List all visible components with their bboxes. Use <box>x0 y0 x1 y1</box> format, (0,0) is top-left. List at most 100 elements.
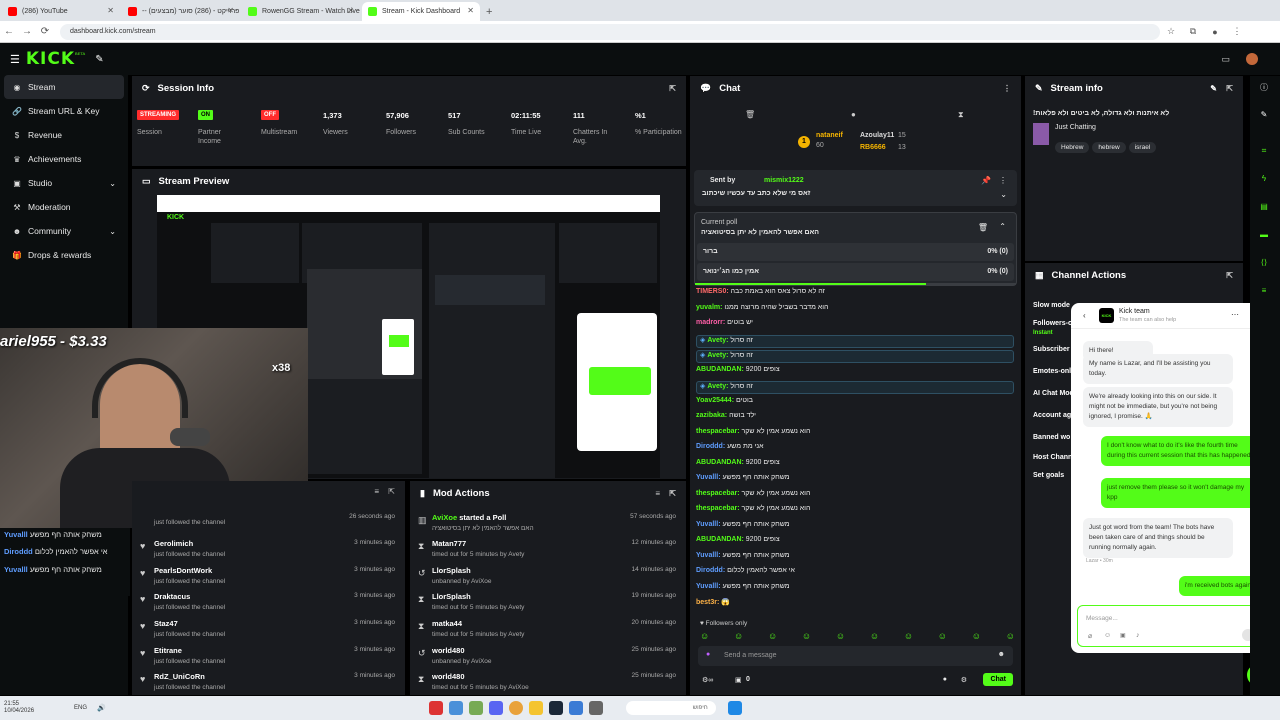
browser-tab[interactable]: -- (מבצעים) פרוייקט - (286) סוער ✕ <box>122 2 240 21</box>
poll-option[interactable]: אמין כמו הג׳ינואר 0% (0) <box>697 263 1014 281</box>
emote-icon[interactable]: ☺ <box>700 631 709 643</box>
list-icon[interactable]: ≡ <box>1257 286 1271 300</box>
microphone-icon[interactable]: ● <box>706 651 710 658</box>
filter-icon[interactable]: ≡ <box>655 489 660 498</box>
chevron-up-icon[interactable]: ⌃ <box>999 222 1006 231</box>
forward-icon[interactable]: → <box>18 26 36 37</box>
chat-username[interactable]: madrorr <box>696 319 723 326</box>
popout-icon[interactable]: ⇱ <box>1226 271 1233 280</box>
gif-icon[interactable]: ▣ <box>1120 632 1126 639</box>
channel-action-ai-chat-mod[interactable]: AI Chat Mod <box>1033 390 1074 397</box>
poll-option[interactable]: ברור 0% (0) <box>697 243 1014 261</box>
folder-icon[interactable] <box>528 701 543 715</box>
chat-username[interactable]: thespacebar <box>696 428 737 435</box>
sidebar-item-stream-url[interactable]: 🔗 Stream URL & Key <box>0 99 128 123</box>
chevron-down-icon[interactable]: ⌄ <box>1000 190 1007 199</box>
emote-icon[interactable]: ☺ <box>1006 631 1015 643</box>
lang-indicator[interactable]: ENG <box>74 705 87 711</box>
star-icon[interactable]: ☆ <box>1160 26 1182 37</box>
more-icon[interactable]: ⋯ <box>1231 310 1239 319</box>
emote-icon[interactable]: ☺ <box>734 631 743 643</box>
steam-icon[interactable] <box>548 701 563 715</box>
emote-icon[interactable]: ☺ <box>802 631 811 643</box>
chat-username[interactable]: thespacebar <box>696 490 737 497</box>
channel-action-set-goals[interactable]: Set goals <box>1033 472 1064 479</box>
chat-bubble-icon[interactable]: ● <box>943 676 947 683</box>
gift-icon[interactable]: ▣ <box>735 676 742 684</box>
chat-username[interactable]: Avety <box>707 337 726 344</box>
emote-icon[interactable]: ☺ <box>938 631 947 643</box>
emote-icon[interactable]: ☺ <box>768 631 777 643</box>
trash-icon[interactable]: 🗑 <box>745 110 755 119</box>
pencil-icon[interactable]: ✎ <box>1257 110 1271 124</box>
chat-username[interactable]: Avety <box>707 352 726 359</box>
chat-username[interactable]: Diroddd <box>696 443 723 450</box>
pin-icon[interactable]: 📌 <box>981 176 991 185</box>
chat-username[interactable]: Yoav25444 <box>696 397 732 404</box>
message-icon[interactable]: ● <box>851 110 856 119</box>
chat-username[interactable]: Yuvalll <box>696 521 718 528</box>
code-icon[interactable]: ⟨⟩ <box>1257 258 1271 272</box>
sidebar-item-achievements[interactable]: ♛ Achievements <box>0 147 128 171</box>
points-icon[interactable]: ⚙∞ <box>702 676 713 684</box>
menu-icon[interactable]: ⋮ <box>1226 26 1248 37</box>
chat-username[interactable]: ABUDANDAN <box>696 536 742 543</box>
close-icon[interactable]: ✕ <box>467 6 474 15</box>
close-icon[interactable]: ✕ <box>107 6 114 15</box>
chat-input[interactable]: ● Send a message ☻ <box>698 646 1013 666</box>
kick-logo[interactable]: KICK <box>26 49 75 69</box>
hourglass-icon[interactable]: ⧗ <box>958 110 964 120</box>
tag[interactable]: hebrew <box>1092 142 1126 153</box>
chat-send-button[interactable]: Chat <box>983 673 1013 686</box>
extensions-icon[interactable]: ⧉ <box>1182 26 1204 37</box>
user-avatar[interactable] <box>1246 53 1258 65</box>
channel-action-slow-mode[interactable]: Slow mode <box>1033 302 1070 309</box>
pin-icon[interactable]: ✎ <box>95 54 103 65</box>
chat-username[interactable]: Avety <box>707 383 726 390</box>
tag[interactable]: israel <box>1128 142 1157 153</box>
profile-icon[interactable]: ● <box>1204 27 1226 37</box>
volume-icon[interactable]: 🔊 <box>97 704 106 712</box>
message-icon[interactable]: ▬ <box>1257 230 1271 244</box>
tag[interactable]: Hebrew <box>1055 142 1090 153</box>
windows-start-icon[interactable] <box>727 701 742 715</box>
category[interactable]: Just Chatting <box>1055 124 1096 131</box>
attach-icon[interactable]: ⌀ <box>1088 632 1092 640</box>
info-icon[interactable]: ⓘ <box>1257 82 1271 96</box>
browser-tab[interactable]: (286) YouTube ✕ <box>2 2 120 21</box>
app-icon[interactable] <box>468 701 483 715</box>
chat-username[interactable]: Diroddd <box>696 567 723 574</box>
app-icon[interactable] <box>588 701 603 715</box>
chat-username[interactable]: Yuvalll <box>696 474 718 481</box>
sidebar-item-moderation[interactable]: ⚒ Moderation <box>0 195 128 219</box>
sidebar-item-stream[interactable]: ◉ Stream <box>4 75 124 99</box>
close-icon[interactable]: ✕ <box>227 6 234 15</box>
chat-username[interactable]: ABUDANDAN <box>696 366 742 373</box>
chat-username[interactable]: Yuvalll <box>696 583 718 590</box>
popout-icon[interactable]: ⇱ <box>1226 84 1233 93</box>
chat-username[interactable]: zazibaka <box>696 412 725 419</box>
new-tab-button[interactable]: + <box>486 6 492 18</box>
screen-icon[interactable]: ▭ <box>1221 54 1230 65</box>
sidebar-item-studio[interactable]: ▣ Studio ⌄ <box>0 171 128 195</box>
crop-icon[interactable]: ⌗ <box>1257 146 1271 160</box>
taskbar-search[interactable]: חיפוש <box>625 701 716 715</box>
popout-icon[interactable]: ⇱ <box>669 84 676 93</box>
chat-username[interactable]: Yuvalll <box>696 552 718 559</box>
channel-action-emotes-only[interactable]: Emotes-only <box>1033 368 1075 375</box>
hamburger-icon[interactable]: ☰ <box>10 53 20 66</box>
browser-tab-active[interactable]: Stream - Kick Dashboard ✕ <box>362 2 480 21</box>
close-icon[interactable]: ✕ <box>347 6 354 15</box>
trash-icon[interactable]: 🗑 <box>978 223 988 232</box>
popout-icon[interactable]: ⇱ <box>669 489 676 498</box>
sidebar-item-community[interactable]: ☻ Community ⌄ <box>0 219 128 243</box>
channel-action-host-channel[interactable]: Host Chann <box>1033 454 1072 461</box>
reload-icon[interactable]: ⟳ <box>36 26 54 37</box>
back-icon[interactable]: ← <box>0 26 18 37</box>
document-icon[interactable]: ▤ <box>1257 202 1271 216</box>
chat-username[interactable]: yuvalm <box>696 304 720 311</box>
app-icon[interactable] <box>428 701 443 715</box>
browser-tab[interactable]: RowenGG Stream - Watch Live ✕ <box>242 2 360 21</box>
lightning-icon[interactable]: ϟ <box>1257 174 1271 188</box>
back-icon[interactable]: ‹ <box>1083 311 1086 320</box>
